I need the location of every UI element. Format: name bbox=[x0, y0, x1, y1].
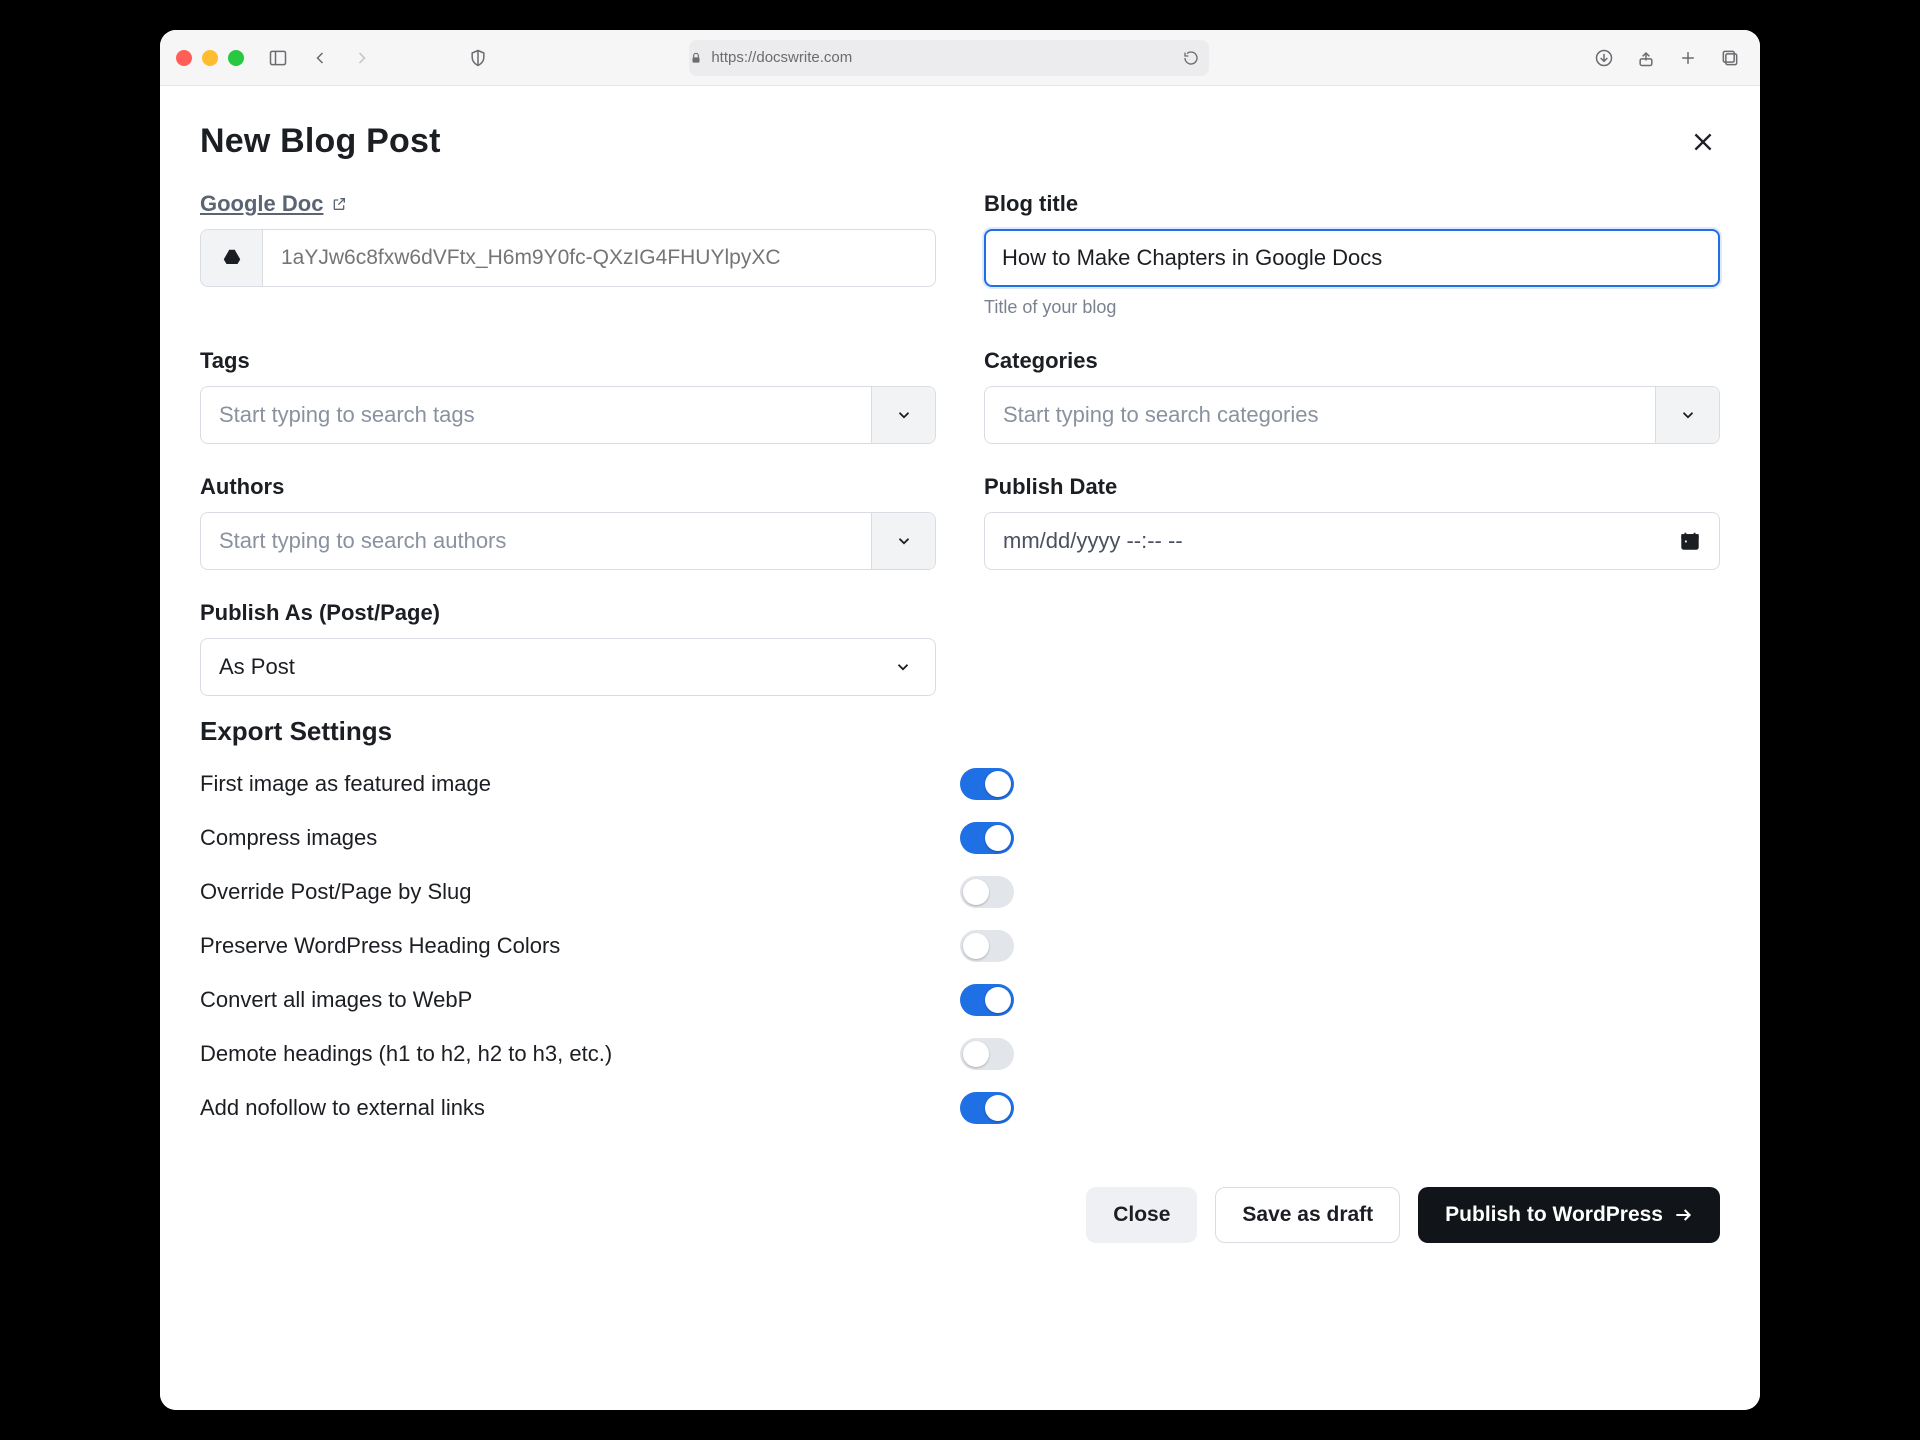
export-toggle-switch[interactable] bbox=[960, 930, 1014, 962]
google-drive-icon bbox=[200, 229, 262, 287]
close-button[interactable]: Close bbox=[1086, 1187, 1197, 1243]
window-close-button[interactable] bbox=[176, 50, 192, 66]
nav-forward-button[interactable] bbox=[348, 44, 376, 72]
tags-label: Tags bbox=[200, 348, 936, 374]
external-link-icon bbox=[331, 196, 347, 212]
sidebar-toggle-icon[interactable] bbox=[264, 44, 292, 72]
blog-title-field: Blog title Title of your blog bbox=[984, 191, 1720, 318]
calendar-icon bbox=[1679, 530, 1701, 552]
categories-dropdown-button[interactable] bbox=[1655, 387, 1719, 443]
export-toggle-row: First image as featured image bbox=[200, 757, 1720, 811]
arrow-right-icon bbox=[1673, 1205, 1693, 1225]
modal-close-button[interactable] bbox=[1686, 125, 1720, 159]
export-toggle-label: Add nofollow to external links bbox=[200, 1095, 960, 1121]
export-toggle-label: Demote headings (h1 to h2, h2 to h3, etc… bbox=[200, 1041, 960, 1067]
share-icon[interactable] bbox=[1632, 44, 1660, 72]
reload-icon[interactable] bbox=[1183, 50, 1199, 66]
modal-footer: Close Save as draft Publish to WordPress bbox=[160, 1163, 1760, 1273]
publish-as-field: Publish As (Post/Page) As Post bbox=[200, 600, 936, 696]
browser-titlebar: https://docswrite.com bbox=[160, 30, 1760, 86]
modal-title: New Blog Post bbox=[200, 122, 441, 161]
categories-label: Categories bbox=[984, 348, 1720, 374]
export-toggle-label: Compress images bbox=[200, 825, 960, 851]
categories-field: Categories Start typing to search catego… bbox=[984, 348, 1720, 444]
window-minimize-button[interactable] bbox=[202, 50, 218, 66]
google-doc-field: Google Doc bbox=[200, 191, 936, 318]
export-toggle-label: First image as featured image bbox=[200, 771, 960, 797]
blog-title-helper: Title of your blog bbox=[984, 297, 1720, 318]
new-tab-icon[interactable] bbox=[1674, 44, 1702, 72]
export-toggle-label: Preserve WordPress Heading Colors bbox=[200, 933, 960, 959]
chevron-down-icon bbox=[895, 532, 913, 550]
browser-window: https://docswrite.com New Blog Post bbox=[160, 30, 1760, 1410]
export-toggle-row: Convert all images to WebP bbox=[200, 973, 1720, 1027]
authors-dropdown-button[interactable] bbox=[871, 513, 935, 569]
export-toggle-switch[interactable] bbox=[960, 822, 1014, 854]
google-doc-link[interactable]: Google Doc bbox=[200, 191, 323, 217]
window-zoom-button[interactable] bbox=[228, 50, 244, 66]
blog-title-input[interactable] bbox=[984, 229, 1720, 287]
export-toggle-label: Convert all images to WebP bbox=[200, 987, 960, 1013]
export-toggle-row: Add nofollow to external links bbox=[200, 1081, 1720, 1135]
publish-as-select[interactable]: As Post bbox=[200, 638, 936, 696]
categories-combobox[interactable]: Start typing to search categories bbox=[984, 386, 1720, 444]
export-toggle-switch[interactable] bbox=[960, 1038, 1014, 1070]
chevron-down-icon bbox=[1679, 406, 1697, 424]
page-content: New Blog Post Google Doc bbox=[160, 86, 1760, 1410]
export-settings-list: First image as featured image Compress im… bbox=[200, 757, 1720, 1135]
publish-date-field: Publish Date mm/dd/yyyy --:-- -- bbox=[984, 474, 1720, 570]
url-text: https://docswrite.com bbox=[711, 49, 852, 66]
tags-dropdown-button[interactable] bbox=[871, 387, 935, 443]
authors-combobox[interactable]: Start typing to search authors bbox=[200, 512, 936, 570]
shield-icon[interactable] bbox=[464, 44, 492, 72]
export-toggle-row: Override Post/Page by Slug bbox=[200, 865, 1720, 919]
window-controls bbox=[176, 50, 244, 66]
export-settings-heading: Export Settings bbox=[200, 716, 1720, 747]
export-toggle-row: Compress images bbox=[200, 811, 1720, 865]
new-post-modal: New Blog Post Google Doc bbox=[160, 86, 1760, 1163]
export-toggle-row: Preserve WordPress Heading Colors bbox=[200, 919, 1720, 973]
chevron-down-icon bbox=[894, 658, 912, 676]
save-draft-button[interactable]: Save as draft bbox=[1215, 1187, 1400, 1243]
export-toggle-switch[interactable] bbox=[960, 984, 1014, 1016]
tags-field: Tags Start typing to search tags bbox=[200, 348, 936, 444]
export-toggle-label: Override Post/Page by Slug bbox=[200, 879, 960, 905]
chevron-down-icon bbox=[895, 406, 913, 424]
close-icon bbox=[1690, 129, 1716, 155]
blog-title-label: Blog title bbox=[984, 191, 1720, 217]
export-toggle-switch[interactable] bbox=[960, 768, 1014, 800]
lock-icon bbox=[689, 51, 703, 65]
downloads-icon[interactable] bbox=[1590, 44, 1618, 72]
url-bar[interactable]: https://docswrite.com bbox=[689, 40, 1209, 76]
google-doc-input[interactable] bbox=[262, 229, 936, 287]
tabs-overview-icon[interactable] bbox=[1716, 44, 1744, 72]
export-toggle-switch[interactable] bbox=[960, 876, 1014, 908]
tags-combobox[interactable]: Start typing to search tags bbox=[200, 386, 936, 444]
nav-back-button[interactable] bbox=[306, 44, 334, 72]
publish-button[interactable]: Publish to WordPress bbox=[1418, 1187, 1720, 1243]
authors-field: Authors Start typing to search authors bbox=[200, 474, 936, 570]
authors-label: Authors bbox=[200, 474, 936, 500]
publish-as-label: Publish As (Post/Page) bbox=[200, 600, 936, 626]
export-toggle-switch[interactable] bbox=[960, 1092, 1014, 1124]
publish-date-label: Publish Date bbox=[984, 474, 1720, 500]
publish-date-input[interactable]: mm/dd/yyyy --:-- -- bbox=[984, 512, 1720, 570]
export-toggle-row: Demote headings (h1 to h2, h2 to h3, etc… bbox=[200, 1027, 1720, 1081]
